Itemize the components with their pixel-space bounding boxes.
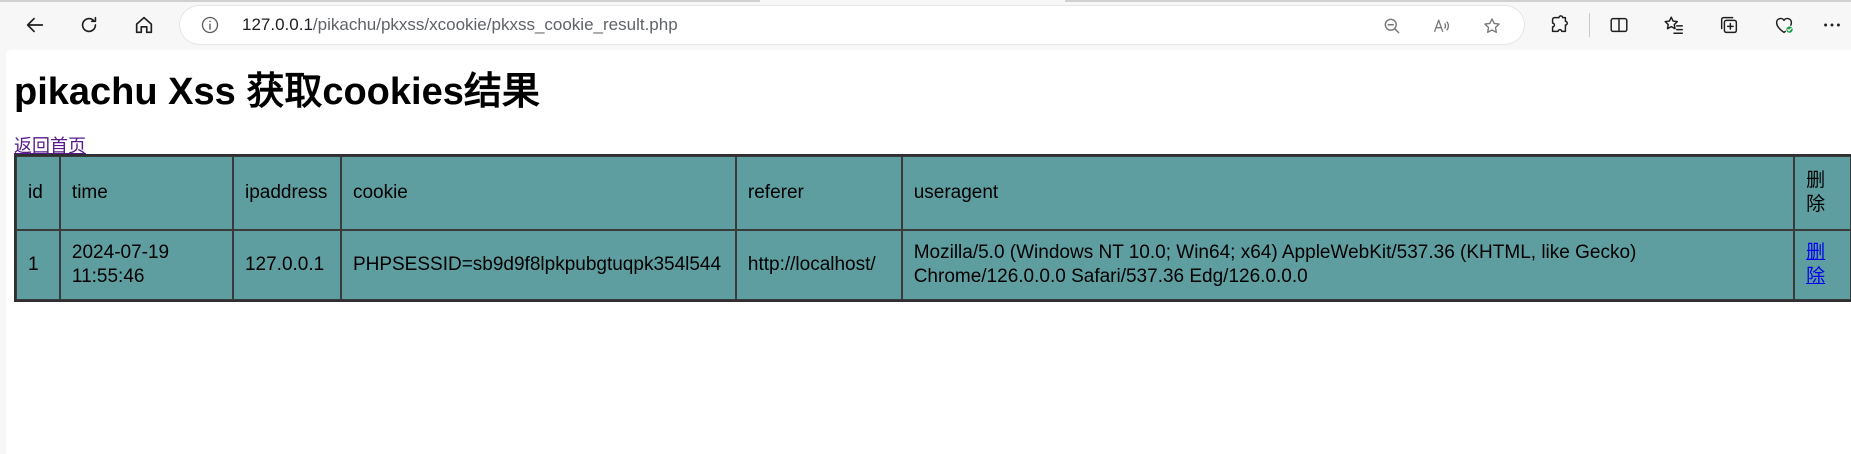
back-button[interactable] — [17, 7, 53, 43]
split-screen-button[interactable] — [1601, 7, 1637, 43]
header-referer: referer — [735, 156, 902, 230]
home-button[interactable] — [126, 7, 162, 43]
cookie-result-table: id time ipaddress cookie referer userage… — [14, 154, 1851, 302]
favorites-list-icon — [1664, 16, 1683, 34]
table-row: 1 2024-07-19 11:55:46 127.0.0.1 PHPSESSI… — [16, 230, 1851, 300]
back-arrow-icon — [26, 17, 44, 33]
header-id: id — [16, 156, 60, 230]
heart-pulse-icon — [1775, 17, 1794, 34]
url-text[interactable]: 127.0.0.1/pikachu/pkxss/xcookie/pkxss_co… — [242, 15, 678, 35]
zoom-out-icon[interactable] — [1380, 14, 1404, 38]
favorites-button[interactable] — [1656, 7, 1692, 43]
read-aloud-icon[interactable] — [1430, 14, 1454, 38]
tab-strip-edge — [1065, 0, 1851, 2]
cell-cookie: PHPSESSID=sb9d9f8lpkpubgtuqpk354l544 — [340, 230, 736, 300]
site-info-icon[interactable] — [200, 15, 220, 35]
collections-button[interactable] — [1711, 7, 1747, 43]
cell-useragent: Mozilla/5.0 (Windows NT 10.0; Win64; x64… — [901, 230, 1795, 300]
page-title: pikachu Xss 获取cookies结果 — [14, 71, 540, 113]
more-dots-icon — [1824, 23, 1840, 27]
refresh-button[interactable] — [71, 7, 107, 43]
toolbar-divider — [1589, 13, 1590, 37]
tab-strip-edge — [0, 0, 760, 2]
header-time: time — [59, 156, 233, 230]
refresh-icon — [81, 16, 97, 33]
page-viewport: pikachu Xss 获取cookies结果 返回首页 id time ipa… — [6, 50, 1851, 454]
settings-more-button[interactable] — [1815, 7, 1849, 43]
extensions-button[interactable] — [1541, 7, 1577, 43]
header-cookie: cookie — [340, 156, 736, 230]
favorite-star-icon[interactable] — [1480, 14, 1504, 38]
browser-toolbar: 127.0.0.1/pikachu/pkxss/xcookie/pkxss_co… — [0, 0, 1851, 50]
header-useragent: useragent — [901, 156, 1795, 230]
cell-referer: http://localhost/ — [735, 230, 902, 300]
header-delete: 删除 — [1794, 156, 1851, 230]
cell-id: 1 — [16, 230, 60, 300]
home-icon — [135, 16, 153, 34]
browser-essentials-button[interactable] — [1766, 7, 1802, 43]
split-screen-icon — [1610, 17, 1628, 33]
header-ipaddress: ipaddress — [232, 156, 341, 230]
collections-icon — [1720, 16, 1738, 34]
cell-time: 2024-07-19 11:55:46 — [59, 230, 233, 300]
puzzle-icon — [1551, 15, 1568, 33]
table-header-row: id time ipaddress cookie referer userage… — [16, 156, 1851, 230]
url-host: 127.0.0.1 — [242, 15, 313, 34]
cell-ipaddress: 127.0.0.1 — [232, 230, 341, 300]
address-bar[interactable]: 127.0.0.1/pikachu/pkxss/xcookie/pkxss_co… — [180, 6, 1524, 44]
delete-link[interactable]: 删除 — [1806, 242, 1825, 287]
url-path: /pikachu/pkxss/xcookie/pkxss_cookie_resu… — [312, 15, 678, 34]
cell-delete: 删除 — [1794, 230, 1851, 300]
